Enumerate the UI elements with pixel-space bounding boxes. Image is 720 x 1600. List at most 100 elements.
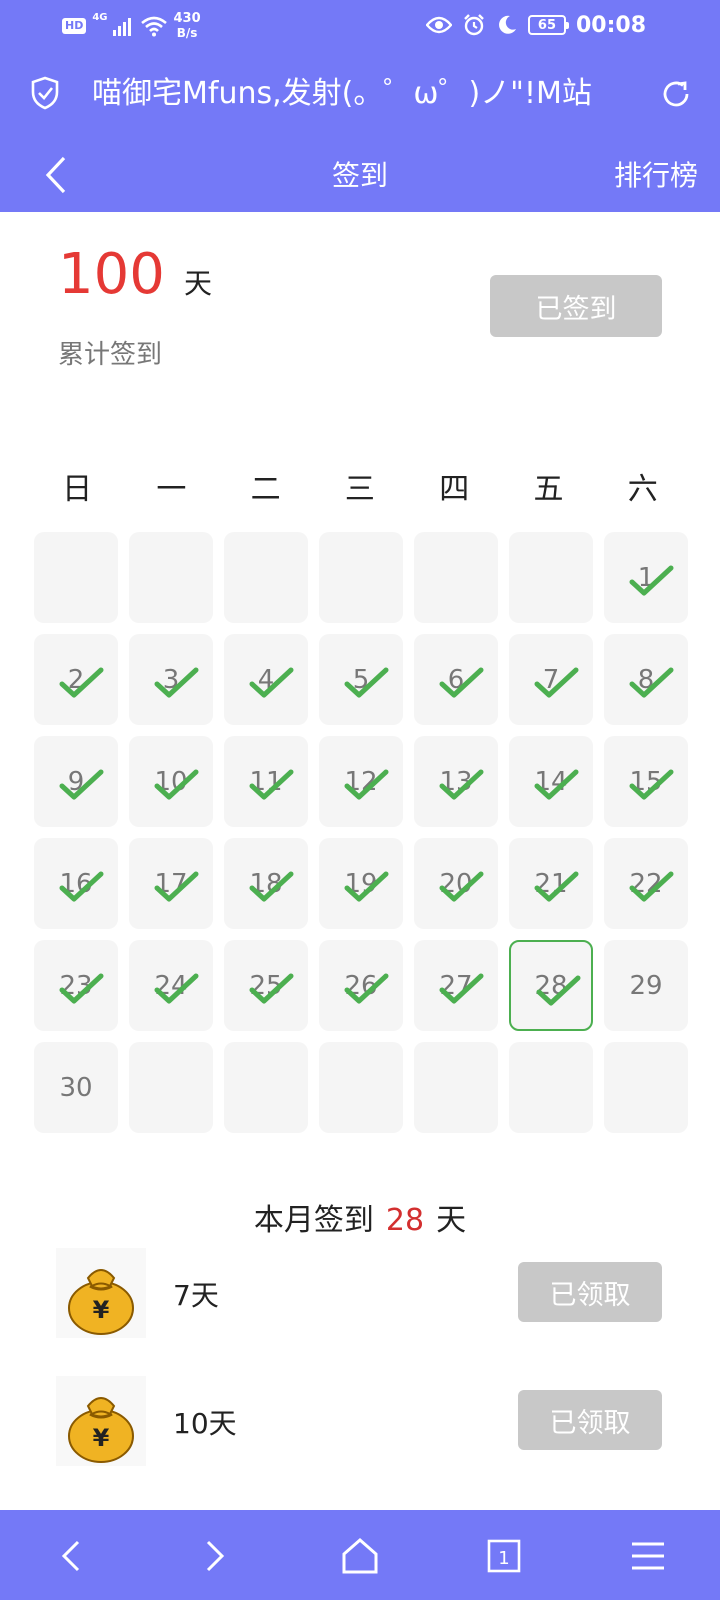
calendar-day[interactable]: 24 [129, 940, 213, 1031]
month-count: 28 [385, 1203, 425, 1238]
alarm-icon [464, 14, 484, 36]
calendar-day[interactable]: 28 [509, 940, 593, 1031]
weekday-label: 三 [344, 472, 375, 507]
network-type: 4G [92, 12, 108, 23]
calendar-day[interactable]: 27 [414, 940, 498, 1031]
svg-text:¥: ¥ [93, 1424, 110, 1452]
calendar-day[interactable]: 30 [34, 1042, 118, 1133]
total-days: 100 [58, 242, 165, 307]
signal-icon [112, 18, 131, 36]
calendar-empty-cell [34, 532, 118, 623]
checkmark-icon [534, 769, 579, 800]
calendar-day[interactable]: 2 [34, 634, 118, 725]
calendar-day[interactable]: 5 [319, 634, 403, 725]
weekday-header: 日 一 二 三 四 五 六 [30, 460, 690, 520]
calendar-empty-cell [509, 1042, 593, 1133]
moon-icon [499, 15, 516, 34]
calendar-day[interactable]: 22 [604, 838, 688, 929]
checkmark-icon [439, 667, 484, 698]
sign-in-summary: 100 天 累计签到 [58, 240, 212, 370]
calendar-day[interactable]: 4 [224, 634, 308, 725]
eye-icon [425, 16, 452, 34]
signed-in-button[interactable]: 已签到 [490, 275, 662, 337]
checkmark-icon [534, 667, 579, 698]
calendar-day[interactable]: 19 [319, 838, 403, 929]
calendar-day[interactable]: 16 [34, 838, 118, 929]
calendar-empty-cell [604, 1042, 688, 1133]
back-icon[interactable] [50, 1534, 94, 1578]
calendar-day[interactable]: 18 [224, 838, 308, 929]
weekday-label: 五 [533, 472, 564, 507]
forward-icon[interactable] [192, 1534, 236, 1578]
battery-indicator: 65 [527, 15, 569, 35]
day-number: 29 [629, 970, 663, 1001]
checkmark-icon [59, 667, 104, 698]
weekday-label: 六 [627, 472, 658, 507]
calendar-empty-cell [319, 1042, 403, 1133]
checkmark-icon [439, 973, 484, 1004]
calendar-day[interactable]: 8 [604, 634, 688, 725]
checkmark-icon [154, 667, 199, 698]
total-days-unit: 天 [183, 267, 212, 300]
checkmark-icon [154, 769, 199, 800]
weekday-label: 二 [250, 472, 281, 507]
home-icon[interactable] [338, 1534, 382, 1578]
checkmark-icon [59, 871, 104, 902]
header: HD 4G 430 B/s 65 00:08 喵御宅Mfuns,发射(。゜ω゜)… [0, 0, 720, 212]
calendar-day[interactable]: 23 [34, 940, 118, 1031]
calendar-day[interactable]: 9 [34, 736, 118, 827]
calendar-day[interactable]: 14 [509, 736, 593, 827]
checkmark-icon [249, 973, 294, 1004]
checkmark-icon [344, 769, 389, 800]
status-left: HD 4G 430 B/s [62, 6, 201, 46]
claimed-button[interactable]: 已领取 [518, 1390, 662, 1450]
calendar-empty-cell [319, 532, 403, 623]
calendar-empty-cell [224, 532, 308, 623]
leaderboard-link[interactable]: 排行榜 [614, 156, 698, 196]
menu-icon[interactable] [626, 1534, 670, 1578]
day-number: 30 [59, 1072, 93, 1103]
app-root: HD 4G 430 B/s 65 00:08 喵御宅Mfuns,发射(。゜ω゜)… [0, 0, 720, 1600]
calendar-day[interactable]: 15 [604, 736, 688, 827]
money-bag-icon: ¥ [56, 1248, 146, 1338]
checkmark-icon [344, 667, 389, 698]
calendar-day[interactable]: 3 [129, 634, 213, 725]
checkmark-icon [629, 871, 674, 902]
month-summary: 本月签到 28 天 [0, 1195, 720, 1239]
calendar-empty-cell [224, 1042, 308, 1133]
claimed-button[interactable]: 已领取 [518, 1262, 662, 1322]
calendar-day[interactable]: 7 [509, 634, 593, 725]
status-right: 65 00:08 [425, 8, 646, 42]
calendar-day[interactable]: 13 [414, 736, 498, 827]
weekday-label: 四 [439, 472, 470, 507]
calendar-day[interactable]: 10 [129, 736, 213, 827]
shield-check-icon[interactable] [30, 76, 60, 110]
network-speed: 430 B/s [174, 11, 201, 41]
calendar-empty-cell [129, 1042, 213, 1133]
svg-text:¥: ¥ [93, 1296, 110, 1324]
weekday-label: 日 [62, 472, 93, 507]
checkmark-icon [439, 871, 484, 902]
calendar-empty-cell [129, 532, 213, 623]
checkmark-icon [629, 565, 674, 596]
checkmark-icon [536, 975, 581, 1006]
calendar-empty-cell [509, 532, 593, 623]
calendar-day[interactable]: 29 [604, 940, 688, 1031]
calendar-day[interactable]: 1 [604, 532, 688, 623]
calendar-day[interactable]: 12 [319, 736, 403, 827]
wifi-icon [140, 16, 167, 37]
refresh-icon[interactable] [660, 78, 692, 110]
reward-row: ¥ 10天 已领取 [0, 1376, 720, 1466]
reward-label: 7天 [173, 1279, 219, 1312]
calendar-day[interactable]: 6 [414, 634, 498, 725]
calendar-day[interactable]: 17 [129, 838, 213, 929]
calendar-day[interactable]: 11 [224, 736, 308, 827]
calendar-day[interactable]: 26 [319, 940, 403, 1031]
calendar-day[interactable]: 25 [224, 940, 308, 1031]
tabs-icon[interactable]: 1 [482, 1534, 526, 1578]
checkmark-icon [439, 769, 484, 800]
checkmark-icon [249, 769, 294, 800]
checkmark-icon [629, 667, 674, 698]
calendar-day[interactable]: 20 [414, 838, 498, 929]
calendar-day[interactable]: 21 [509, 838, 593, 929]
